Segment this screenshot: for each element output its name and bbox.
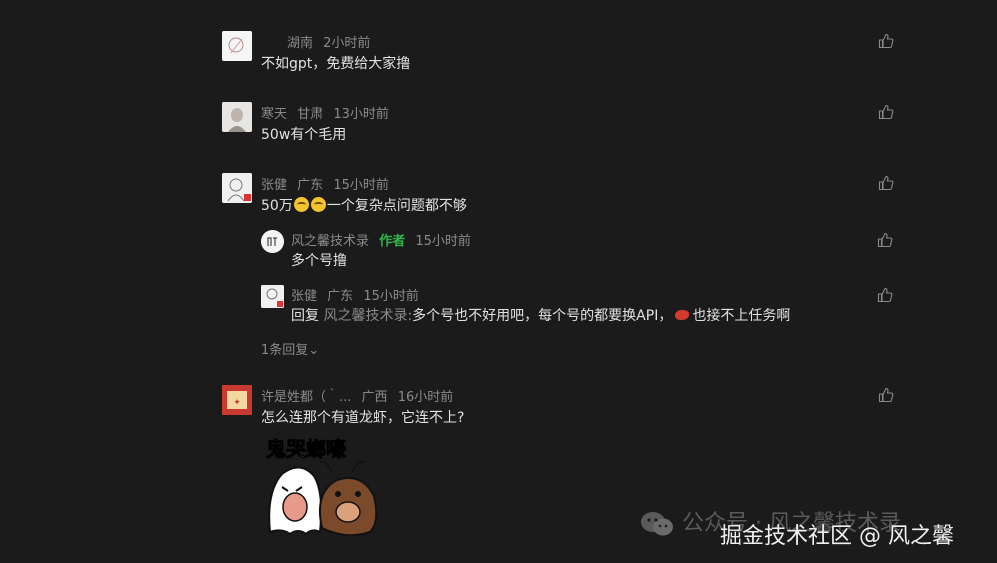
comment-meta: 张健 广东 15小时前 [261, 174, 395, 193]
juejin-watermark: 掘金技术社区 @ 风之馨 [720, 524, 954, 549]
wechat-icon [641, 512, 673, 536]
like-button[interactable] [877, 232, 893, 248]
like-button[interactable] [878, 387, 894, 403]
reply-time: 15小时前 [363, 289, 419, 304]
commenter-region: 广东 [297, 178, 324, 193]
commenter-name[interactable]: 许是姓都（｀... [261, 390, 351, 405]
comment-text-end: 一个复杂点问题都不够 [326, 198, 467, 214]
comment-text-start: 50万 [261, 198, 293, 214]
comment-time: 16小时前 [397, 390, 454, 405]
comment-text: 怎么连那个有道龙虾，它连不上? [261, 410, 465, 426]
reply-meta: 风之馨技术录 作者 15小时前 [291, 230, 477, 249]
avatar[interactable]: ✦ [222, 385, 252, 415]
thumbs-up-icon [878, 33, 894, 49]
like-button[interactable] [877, 287, 893, 303]
commenter-name[interactable]: 张健 [261, 178, 287, 193]
comment-time: 13小时前 [333, 107, 389, 122]
avatar[interactable] [261, 285, 284, 308]
comment-time: 15小时前 [333, 178, 389, 193]
replier-name[interactable]: 风之馨技术录 [291, 234, 369, 249]
reply-text: 回复 风之馨技术录:多个号也不好用吧，每个号的都要换API， 也接不上任务啊 [291, 305, 790, 325]
crying-sticker-image: 鬼哭螂嚎 [262, 432, 382, 542]
comment-meta: 许是姓都（｀... 广西 16小时前 [261, 386, 459, 405]
sticker-caption: 鬼哭螂嚎 [266, 437, 346, 461]
comment-meta: 寒天 甘肃 13小时前 [261, 103, 395, 122]
thumbs-up-icon [877, 287, 893, 303]
comment-text: 50w有个毛用 [261, 127, 347, 143]
reply-time: 15小时前 [415, 234, 471, 249]
thumbs-up-icon [877, 232, 893, 248]
commenter-region: 甘肃 [297, 107, 324, 122]
thumbs-up-icon [878, 104, 894, 120]
grin-sweat-emoji-icon [310, 197, 326, 212]
commenter-region: 广西 [361, 390, 388, 405]
thumbs-up-icon [878, 175, 894, 191]
like-button[interactable] [878, 175, 894, 191]
commenter-region: 湖南 [287, 36, 314, 51]
replier-region: 广东 [327, 289, 354, 304]
reply-text: 多个号撸 [291, 253, 347, 269]
comment-time: 2小时前 [323, 36, 371, 51]
reply-meta: 张健 广东 15小时前 [291, 285, 425, 304]
like-button[interactable] [878, 104, 894, 120]
reply-text-end: 也接不上任务啊 [692, 308, 791, 324]
author-badge: 作者 [379, 234, 406, 249]
replier-name[interactable]: 张健 [291, 289, 317, 304]
like-button[interactable] [878, 33, 894, 49]
comment-meta: 湖南 2小时前 [261, 32, 376, 51]
svg-text:✦: ✦ [233, 398, 241, 408]
lobster-emoji-icon [675, 310, 690, 320]
avatar[interactable] [261, 230, 284, 253]
comment-text: 50万 一个复杂点问题都不够 [261, 195, 467, 215]
avatar[interactable] [222, 102, 252, 132]
reply-prefix: 回复 [291, 308, 319, 324]
grin-sweat-emoji-icon [293, 197, 309, 212]
reply-to-name[interactable]: 风之馨技术录: [323, 308, 412, 324]
more-replies-toggle[interactable]: 1条回复⌄ [261, 339, 319, 358]
reply-text-start: 多个号也不好用吧，每个号的都要换API， [412, 308, 673, 324]
comment-text: 不如gpt，免费给大家撸 [261, 56, 411, 72]
thumbs-up-icon [878, 387, 894, 403]
avatar[interactable] [222, 173, 252, 203]
avatar[interactable] [222, 31, 252, 61]
commenter-name[interactable]: 寒天 [261, 107, 287, 122]
